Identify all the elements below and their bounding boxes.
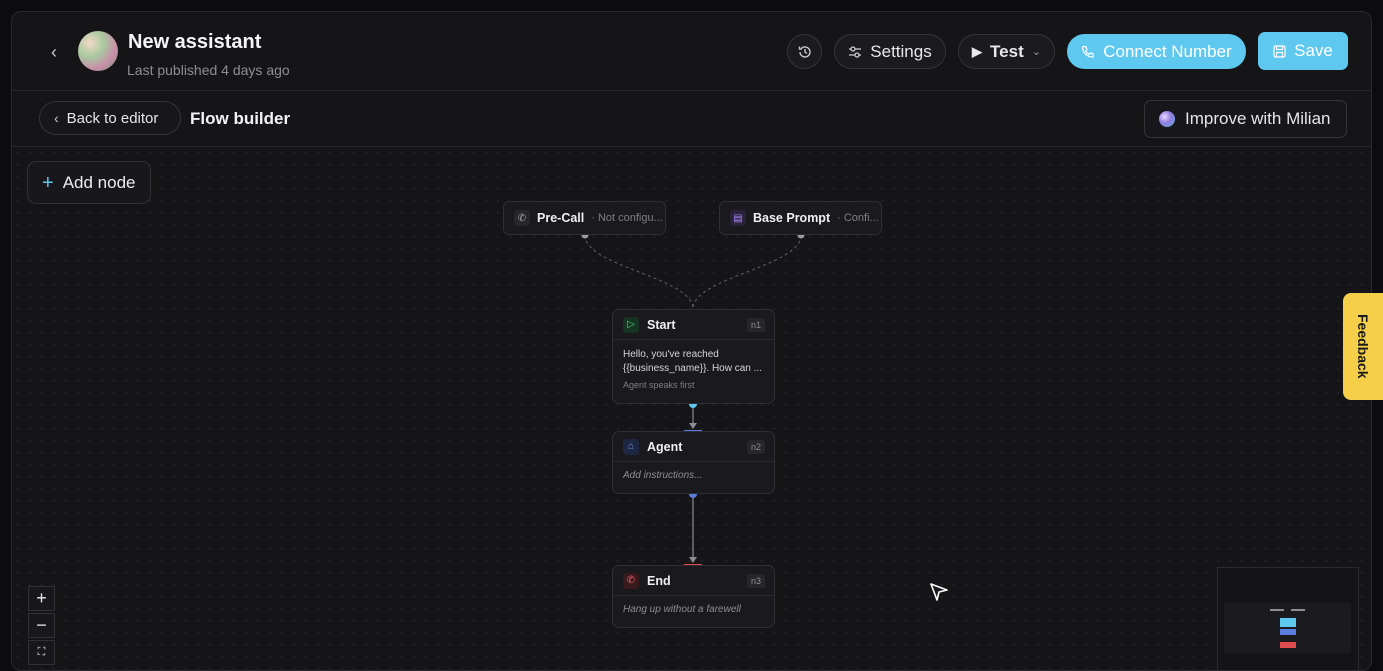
milian-orb-icon <box>1159 111 1175 127</box>
base-prompt-label: Base Prompt <box>753 211 831 225</box>
add-node-label: Add node <box>62 172 136 192</box>
mouse-pointer-icon <box>930 583 948 601</box>
start-node-message: Hello, you've reached {{business_name}}.… <box>623 349 762 374</box>
zoom-in-button[interactable]: + <box>28 586 55 611</box>
save-label: Save <box>1294 41 1333 60</box>
agent-node-label: Agent <box>647 439 683 454</box>
phone-icon <box>1082 45 1095 58</box>
end-node-header: ✆ End n3 <box>613 566 774 596</box>
plus-icon: + <box>42 171 54 194</box>
back-to-editor-label: Back to editor <box>66 109 159 127</box>
start-node-subtext: Agent speaks first <box>623 380 695 390</box>
page-title: Flow builder <box>190 109 291 128</box>
phone-incoming-icon: ✆ <box>514 210 530 226</box>
save-button[interactable]: Save <box>1258 32 1348 70</box>
play-icon: ▶ <box>972 43 983 59</box>
start-node-body: Hello, you've reached {{business_name}}.… <box>613 340 774 398</box>
chevron-left-icon: ‹ <box>54 110 59 126</box>
start-node-id: n1 <box>746 318 765 332</box>
edge-baseprompt-start <box>692 234 802 310</box>
zoom-in-icon: + <box>36 588 47 608</box>
history-button[interactable] <box>787 34 822 69</box>
settings-button[interactable]: Settings <box>834 34 946 69</box>
flow-canvas[interactable]: + Add node ✆ Pre-Call · Not configu... ▤… <box>12 147 1371 670</box>
assistant-title: New assistant <box>128 31 262 53</box>
arrow-agent-end <box>689 557 697 563</box>
flow-toolbar: ‹ Back to editor Flow builder Improve wi… <box>12 91 1371 147</box>
settings-label: Settings <box>870 41 932 61</box>
end-node-description: Hang up without a farewell <box>623 604 741 615</box>
phone-off-icon: ✆ <box>623 572 639 589</box>
app-window: ‹ New assistant Last published 4 days ag… <box>11 11 1372 671</box>
improve-with-milian-button[interactable]: Improve with Milian <box>1144 100 1347 138</box>
feedback-tab[interactable]: Feedback <box>1343 293 1383 400</box>
test-label: Test <box>990 41 1024 61</box>
minimap-view <box>1224 603 1351 653</box>
connect-number-button[interactable]: Connect Number <box>1067 34 1246 69</box>
end-node-id: n3 <box>746 574 765 588</box>
sliders-icon <box>849 45 862 58</box>
feedback-label: Feedback <box>1355 314 1371 379</box>
agent-node-id: n2 <box>746 440 765 454</box>
edge-precall-start <box>584 234 694 310</box>
end-node[interactable]: ✆ End n3 Hang up without a farewell <box>612 565 775 628</box>
connect-number-label: Connect Number <box>1103 41 1232 61</box>
back-chevron-icon[interactable]: ‹ <box>42 40 66 64</box>
play-outline-icon: ▷ <box>623 316 639 333</box>
document-icon: ▤ <box>730 210 746 226</box>
add-node-button[interactable]: + Add node <box>27 161 151 204</box>
start-node[interactable]: ▷ Start n1 Hello, you've reached {{busin… <box>612 309 775 404</box>
base-prompt-node[interactable]: ▤ Base Prompt · Confi... <box>719 201 882 235</box>
end-node-body: Hang up without a farewell <box>613 596 774 623</box>
agent-node-header: ⌂ Agent n2 <box>613 432 774 462</box>
test-button[interactable]: ▶ Test ⌄ <box>958 34 1055 69</box>
chevron-down-icon: ⌄ <box>1031 46 1041 58</box>
arrow-start-agent <box>689 423 697 429</box>
pre-call-label: Pre-Call <box>537 211 585 225</box>
start-node-label: Start <box>647 317 676 332</box>
pre-call-node[interactable]: ✆ Pre-Call · Not configu... <box>503 201 666 235</box>
base-prompt-status: · Confi... <box>837 212 879 224</box>
save-icon <box>1273 44 1286 58</box>
header: ‹ New assistant Last published 4 days ag… <box>12 12 1371 91</box>
fit-view-button[interactable]: ⛶ <box>28 640 55 665</box>
assistant-avatar <box>78 31 118 71</box>
zoom-out-icon: − <box>36 615 47 635</box>
start-node-header: ▷ Start n1 <box>613 310 774 340</box>
agent-node-instructions: Add instructions... <box>623 470 703 481</box>
bot-icon: ⌂ <box>623 438 639 455</box>
minimap[interactable] <box>1217 567 1359 670</box>
zoom-out-button[interactable]: − <box>28 613 55 638</box>
pre-call-status: · Not configu... <box>591 212 663 224</box>
fit-view-icon: ⛶ <box>37 646 46 658</box>
end-node-label: End <box>647 573 671 588</box>
improve-label: Improve with Milian <box>1185 109 1331 128</box>
agent-node[interactable]: ⌂ Agent n2 Add instructions... <box>612 431 775 494</box>
history-icon <box>798 45 811 58</box>
last-published-text: Last published 4 days ago <box>127 62 290 78</box>
agent-node-body: Add instructions... <box>613 462 774 489</box>
back-to-editor-button[interactable]: ‹ Back to editor <box>39 101 181 135</box>
